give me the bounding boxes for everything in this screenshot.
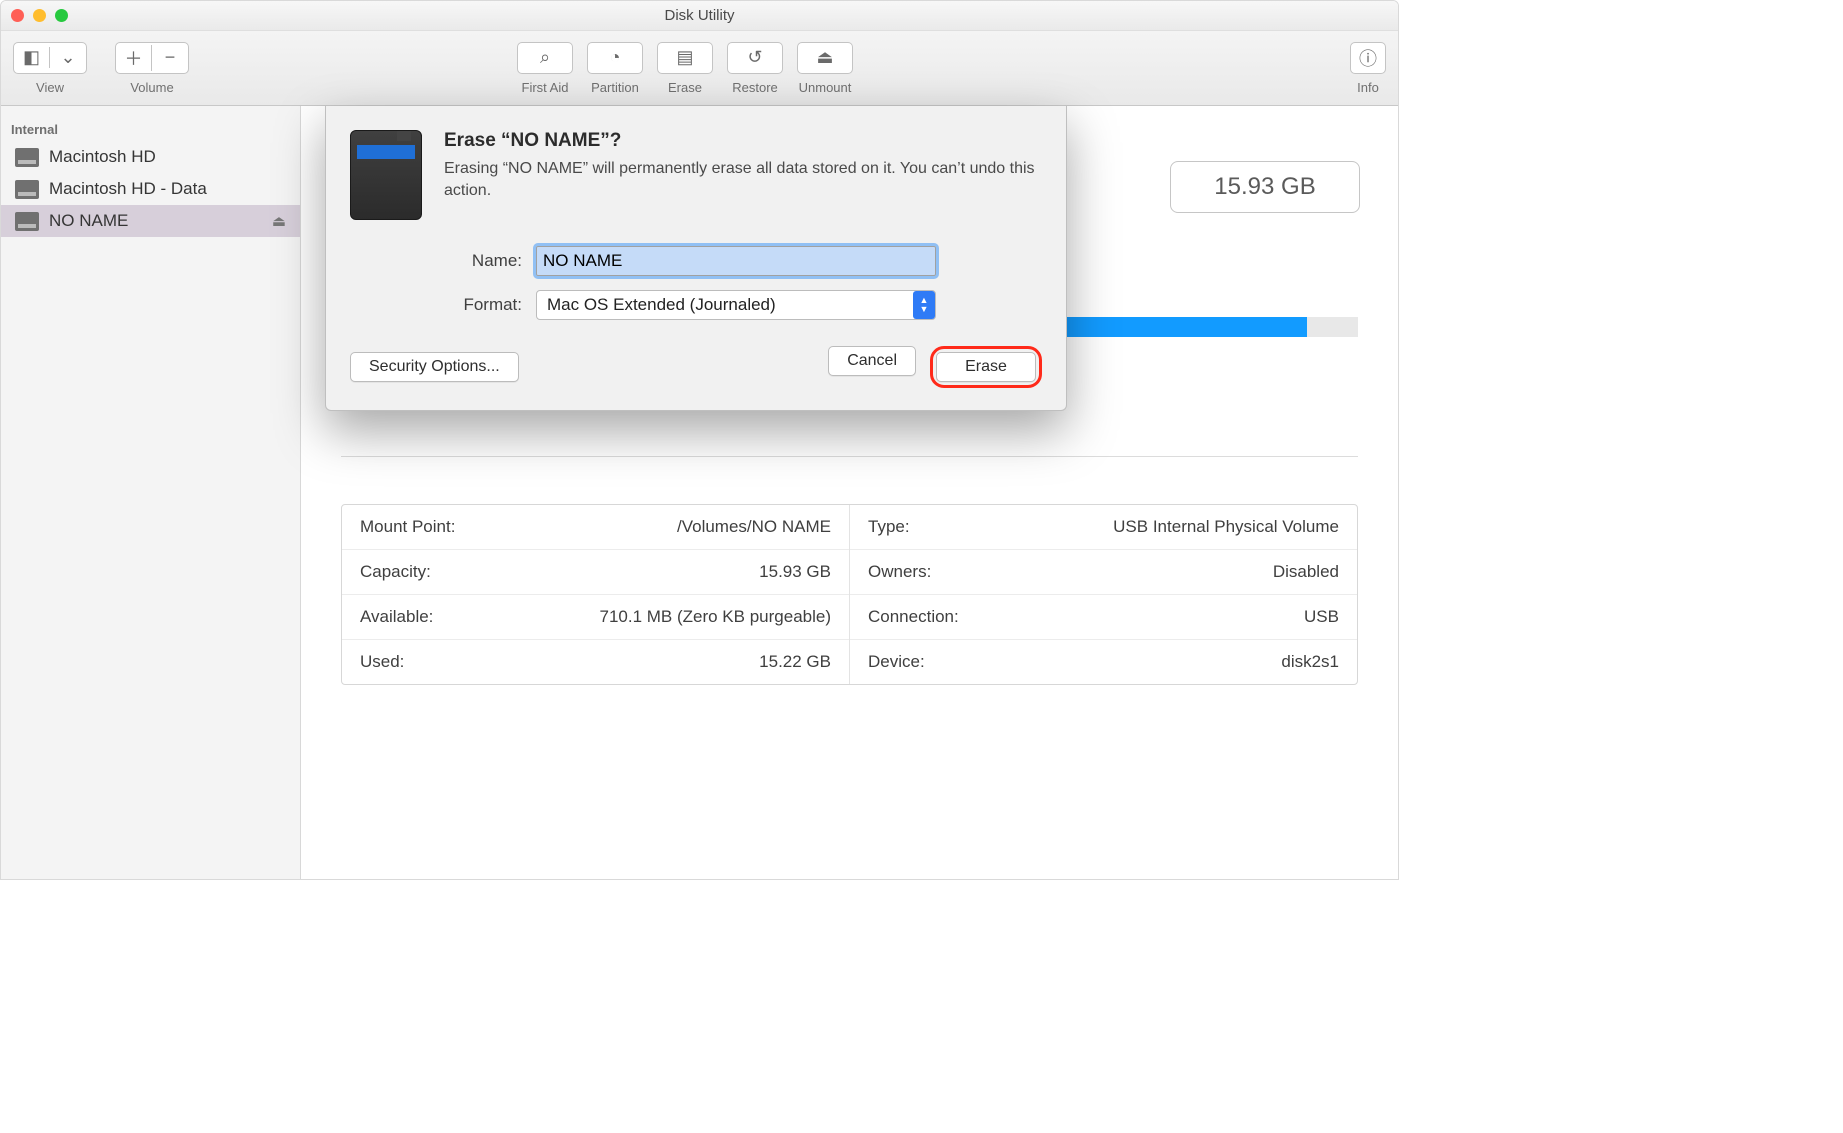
hdd-icon <box>15 148 39 167</box>
dialog-title: Erase “NO NAME”? <box>444 130 1042 152</box>
first-aid-button[interactable]: ⌕ <box>517 42 573 74</box>
sidebar: Internal Macintosh HD Macintosh HD - Dat… <box>1 106 301 879</box>
main: 15.93 GB Mount Point: /Volumes/NO NAME C… <box>301 106 1398 879</box>
info-value: 710.1 MB (Zero KB purgeable) <box>599 607 831 627</box>
info-row-used: Used: 15.22 GB <box>342 640 849 684</box>
sidebar-section-internal: Internal <box>1 116 300 141</box>
sidebar-icon: ◧ <box>23 47 40 68</box>
hdd-icon <box>15 212 39 231</box>
divider <box>341 456 1358 457</box>
name-input[interactable] <box>536 246 936 276</box>
minus-icon: − <box>165 47 176 68</box>
toolbar-info-group: ⓘ Info <box>1350 42 1386 95</box>
info-value: disk2s1 <box>1281 652 1339 672</box>
info-value: 15.93 GB <box>759 562 831 582</box>
info-value: 15.22 GB <box>759 652 831 672</box>
info-row-owners: Owners: Disabled <box>850 550 1357 595</box>
erase-button[interactable]: ▤ <box>657 42 713 74</box>
erase-confirm-button[interactable]: Erase <box>936 352 1036 382</box>
dialog-header: Erase “NO NAME”? Erasing “NO NAME” will … <box>350 130 1042 220</box>
window: Disk Utility ◧ ⌄ View ＋ − Volume ⌕ First… <box>0 0 1399 880</box>
pie-chart-icon: ◔ <box>610 47 621 68</box>
info-label: Available: <box>360 607 433 627</box>
chevron-down-icon: ⌄ <box>60 47 75 68</box>
volume-buttons[interactable]: ＋ − <box>115 42 189 74</box>
sidebar-item-no-name[interactable]: NO NAME ⏏ <box>1 205 300 237</box>
plus-icon: ＋ <box>125 45 143 71</box>
info-value: /Volumes/NO NAME <box>677 517 831 537</box>
format-selected-value: Mac OS Extended (Journaled) <box>547 295 776 315</box>
dialog-buttons: Security Options... Cancel Erase <box>350 346 1042 388</box>
info-icon: ⓘ <box>1359 45 1377 71</box>
volume-info-panel: Mount Point: /Volumes/NO NAME Capacity: … <box>341 504 1358 685</box>
info-label: Owners: <box>868 562 931 582</box>
cancel-button[interactable]: Cancel <box>828 346 916 376</box>
restore-button[interactable]: ↺ <box>727 42 783 74</box>
info-label: Type: <box>868 517 910 537</box>
erase-dialog: Erase “NO NAME”? Erasing “NO NAME” will … <box>325 106 1067 411</box>
body: Internal Macintosh HD Macintosh HD - Dat… <box>1 106 1398 879</box>
info-row-type: Type: USB Internal Physical Volume <box>850 505 1357 550</box>
erase-highlight: Erase <box>930 346 1042 388</box>
partition-button[interactable]: ◔ <box>587 42 643 74</box>
remove-volume-button[interactable]: − <box>152 47 188 68</box>
format-select[interactable]: Mac OS Extended (Journaled) ▲▼ <box>536 290 936 320</box>
sd-card-icon <box>350 130 422 220</box>
info-row-mount-point: Mount Point: /Volumes/NO NAME <box>342 505 849 550</box>
first-aid-label: First Aid <box>522 80 569 95</box>
view-label: View <box>36 80 64 95</box>
info-value: Disabled <box>1273 562 1339 582</box>
stethoscope-icon: ⌕ <box>540 47 550 68</box>
info-value: USB Internal Physical Volume <box>1113 517 1339 537</box>
toolbar-center: ⌕ First Aid ◔ Partition ▤ Erase ↺ Restor… <box>517 42 853 95</box>
dialog-form: Name: Format: Mac OS Extended (Journaled… <box>446 246 1042 320</box>
erase-label: Erase <box>668 80 702 95</box>
toolbar-view-group: ◧ ⌄ View <box>13 42 87 95</box>
eraser-icon: ▤ <box>676 47 693 68</box>
info-row-connection: Connection: USB <box>850 595 1357 640</box>
sidebar-item-label: NO NAME <box>49 211 128 231</box>
info-row-device: Device: disk2s1 <box>850 640 1357 684</box>
info-col-right: Type: USB Internal Physical Volume Owner… <box>850 505 1357 684</box>
info-label: Device: <box>868 652 925 672</box>
info-label: Capacity: <box>360 562 431 582</box>
info-label: Used: <box>360 652 404 672</box>
info-row-available: Available: 710.1 MB (Zero KB purgeable) <box>342 595 849 640</box>
restore-label: Restore <box>732 80 778 95</box>
info-label: Info <box>1357 80 1379 95</box>
unmount-button[interactable]: ⏏ <box>797 42 853 74</box>
window-title: Disk Utility <box>1 7 1398 24</box>
dialog-heading: Erase “NO NAME”? Erasing “NO NAME” will … <box>444 130 1042 220</box>
info-button[interactable]: ⓘ <box>1350 42 1386 74</box>
sidebar-item-label: Macintosh HD <box>49 147 156 167</box>
toolbar-volume-group: ＋ − Volume <box>115 42 189 95</box>
toolbar: ◧ ⌄ View ＋ − Volume ⌕ First Aid ◔ Partit… <box>1 31 1398 106</box>
view-button[interactable]: ◧ ⌄ <box>13 42 87 74</box>
dialog-description: Erasing “NO NAME” will permanently erase… <box>444 158 1042 201</box>
format-label: Format: <box>446 295 536 315</box>
name-label: Name: <box>446 251 536 271</box>
select-arrows-icon: ▲▼ <box>913 291 935 319</box>
security-options-button[interactable]: Security Options... <box>350 352 519 382</box>
info-label: Mount Point: <box>360 517 455 537</box>
add-volume-button[interactable]: ＋ <box>116 45 152 71</box>
partition-label: Partition <box>591 80 639 95</box>
unmount-label: Unmount <box>799 80 852 95</box>
info-row-capacity: Capacity: 15.93 GB <box>342 550 849 595</box>
info-label: Connection: <box>868 607 959 627</box>
info-col-left: Mount Point: /Volumes/NO NAME Capacity: … <box>342 505 850 684</box>
restore-icon: ↺ <box>747 47 762 68</box>
eject-icon: ⏏ <box>816 47 833 68</box>
info-value: USB <box>1304 607 1339 627</box>
hdd-icon <box>15 180 39 199</box>
sidebar-item-label: Macintosh HD - Data <box>49 179 207 199</box>
sidebar-item-macintosh-hd[interactable]: Macintosh HD <box>1 141 300 173</box>
sidebar-item-macintosh-hd-data[interactable]: Macintosh HD - Data <box>1 173 300 205</box>
eject-icon[interactable]: ⏏ <box>272 212 286 230</box>
volume-label: Volume <box>130 80 173 95</box>
capacity-display: 15.93 GB <box>1170 161 1360 213</box>
capacity-value: 15.93 GB <box>1214 173 1315 201</box>
titlebar: Disk Utility <box>1 1 1398 31</box>
